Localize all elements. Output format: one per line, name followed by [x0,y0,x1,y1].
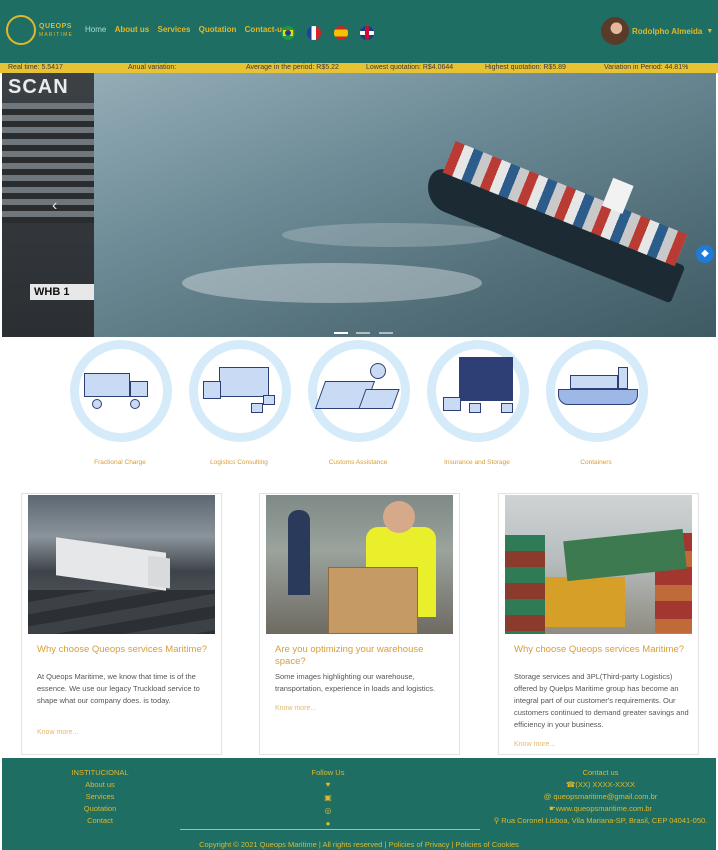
footer-contact-title: Contact us [582,768,619,777]
spain-flag-icon[interactable] [333,25,348,40]
ticker-average: Average in the period: R$5.22 [246,64,339,71]
user-menu[interactable]: Rodolpho Almeida ▼ [601,17,713,45]
services-row: Fractional Charge Logistics Consulting C… [0,337,718,472]
sea-wake [182,263,482,303]
caret-down-icon: ▼ [706,27,714,35]
card-storage: Why choose Queops services Maritime? Sto… [498,493,699,755]
ticker-annual-variation: Anual variation: [128,64,177,71]
footer-address: Rua Coronel Lisboa, Vila Mariana-SP, Bra… [501,816,708,825]
carousel-indicator-1[interactable] [334,332,348,334]
service-label: Logistics Consulting [210,459,268,466]
brand-tagline: MARITIME [39,32,74,38]
nav-about[interactable]: About us [115,25,150,34]
carousel-indicator-3[interactable] [378,332,393,334]
france-flag-icon[interactable] [307,25,322,40]
brand-logo[interactable]: QUEOPS MARITIME [6,15,72,47]
side-chat-icon[interactable]: ◆ [696,245,714,263]
ticker-highest: Highest quotation: R$5.89 [485,64,566,71]
container-loader-image [505,495,692,634]
truck-brand-text: SCAN [8,76,69,98]
ticker-lowest: Lowest quotation: R$4.0644 [366,64,454,71]
service-insurance-storage[interactable]: Insurance and Storage [417,337,537,472]
service-label: Customs Assistance [328,459,388,466]
footer-website[interactable]: www.queopsmaritime.com.br [556,804,652,813]
service-customs-assistance[interactable]: Customs Assistance [298,337,418,472]
card-text: Some images highlighting our warehouse, … [275,672,436,693]
instagram-icon[interactable]: ◎ [298,805,358,818]
license-plate: WHB 1 [30,284,94,300]
main-nav: Home About us Services Quotation Contact… [85,25,292,34]
nav-services[interactable]: Services [157,25,190,34]
footer-contact: Contact us ☎(XX) XXXX-XXXX @ queopsmarit… [488,767,713,827]
footer-follow: Follow Us ♥ ▣ ◎ ● [298,767,358,831]
brazil-flag-icon[interactable] [281,25,295,40]
footer-institutional-title: INSTITUCIONAL [71,768,129,777]
quotation-ticker: Real time: 5.5417 Anual variation: Avera… [0,63,718,73]
navbar: QUEOPS MARITIME Home About us Services Q… [0,0,718,63]
service-logistics-consulting[interactable]: Logistics Consulting [179,337,299,472]
know-more-link[interactable]: Know more... [514,741,555,748]
uk-flag-icon[interactable] [360,25,375,40]
footer-phone[interactable]: (XX) XXXX-XXXX [575,780,635,789]
card-title: Why choose Queops services Maritime? [514,644,685,655]
footer-link-contact[interactable]: Contact [60,815,140,827]
card-title: Why choose Queops services Maritime? [37,644,208,655]
ticker-real-time: Real time: 5.5417 [8,64,63,71]
nav-quotation[interactable]: Quotation [199,25,237,34]
user-name: Rodolpho Almeida [632,26,703,36]
know-more-link[interactable]: Know more... [37,729,78,736]
know-more-link[interactable]: Know more... [275,705,316,712]
footer-link-about[interactable]: About us [60,779,140,791]
hero-carousel[interactable]: SCAN WHB 1 ‹ ◆ [2,73,716,337]
footer: INSTITUCIONAL About us Services Quotatio… [2,758,716,850]
footer-link-services[interactable]: Services [60,791,140,803]
service-containers[interactable]: Containers [536,337,656,472]
brand-name: QUEOPS [39,23,72,30]
card-text: At Queops Maritime, we know that time is… [37,672,200,705]
logo-mountain-icon [6,15,36,45]
container-ship-image [401,128,695,337]
at-icon: @ [543,792,554,801]
warehouse-worker-image [266,495,453,634]
footer-copyright: Copyright © 2021 Queops Maritime | All r… [199,840,519,849]
service-fractional-charge[interactable]: Fractional Charge [60,337,180,472]
truck-side-image: SCAN WHB 1 [2,73,94,337]
footer-link-quotation[interactable]: Quotation [60,803,140,815]
card-warehouse: Are you optimizing your warehouse space?… [259,493,460,755]
card-truckload: Why choose Queops services Maritime? At … [21,493,222,755]
carousel-prev-icon[interactable]: ‹ [52,197,57,215]
footer-email[interactable]: queopsmaritime@gmail.com.br [553,792,657,801]
service-label: Insurance and Storage [444,459,510,466]
service-label: Fractional Charge [94,459,146,466]
hand-pointer-icon: ☛ [548,804,556,813]
footer-follow-title: Follow Us [311,768,345,777]
ticker-variation-period: Variation in Period: 44.81% [604,64,689,71]
language-switcher [281,24,382,42]
card-title: Are you optimizing your warehouse space? [275,644,424,667]
service-label: Containers [580,459,612,466]
linkedin-icon[interactable]: ▣ [298,792,358,805]
footer-divider [180,829,480,830]
card-text: Storage services and 3PL(Third-party Log… [514,672,689,729]
carousel-indicators [334,321,397,337]
nav-home[interactable]: Home [85,25,106,34]
phone-icon: ☎ [566,780,576,789]
footer-institutional: INSTITUCIONAL About us Services Quotatio… [60,767,140,827]
twitter-icon[interactable]: ♥ [298,779,358,792]
carousel-indicator-2[interactable] [356,332,371,334]
truck-highway-image [28,495,215,634]
avatar [601,17,629,45]
